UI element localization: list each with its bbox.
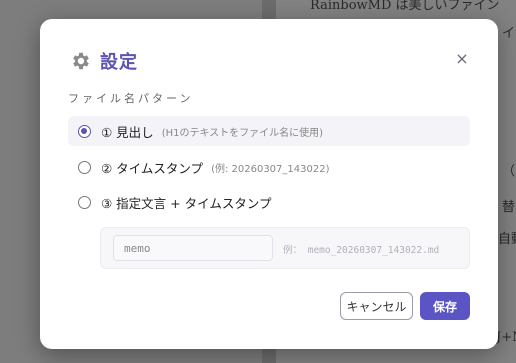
option-hint: (H1のテキストをファイル名に使用) [161,127,324,139]
doc-line: イ [502,26,516,41]
option-label: ③ 指定文言 + タイムスタンプ [101,195,272,211]
option-custom-text-timestamp[interactable]: ③ 指定文言 + タイムスタンプ [68,187,470,217]
doc-line: RainbowMD は美しいファイン [310,0,500,13]
option-label: ① 見出し [101,124,154,140]
gear-icon [73,52,89,70]
radio-button[interactable] [78,160,91,174]
radio-button[interactable] [78,195,91,209]
doc-line: 替 [502,200,516,215]
filename-example: 例： memo_20260307_143022.md [283,245,440,256]
radio-button[interactable] [78,124,91,138]
save-button[interactable]: 保存 [420,292,470,320]
option-label: ② タイムスタンプ [101,160,204,176]
custom-text-input[interactable] [113,235,273,261]
custom-text-panel: 例： memo_20260307_143022.md [100,227,470,269]
doc-line: J+N [496,330,516,345]
dialog-header: 設定 [70,49,138,73]
settings-dialog: 設定 × ファイル名パターン ① 見出し (H1のテキストをファイル名に使用) … [40,19,498,349]
doc-line: 自動 [498,232,516,247]
cancel-button[interactable]: キャンセル [340,292,413,320]
close-icon[interactable]: × [454,51,470,67]
option-heading[interactable]: ① 見出し (H1のテキストをファイル名に使用) [68,116,470,146]
filename-pattern-label: ファイル名パターン [68,92,194,105]
doc-line: （ [502,164,516,179]
option-hint: (例: 20260307_143022) [211,163,330,175]
option-timestamp[interactable]: ② タイムスタンプ (例: 20260307_143022) [68,152,470,182]
dialog-title: 設定 [100,52,138,73]
